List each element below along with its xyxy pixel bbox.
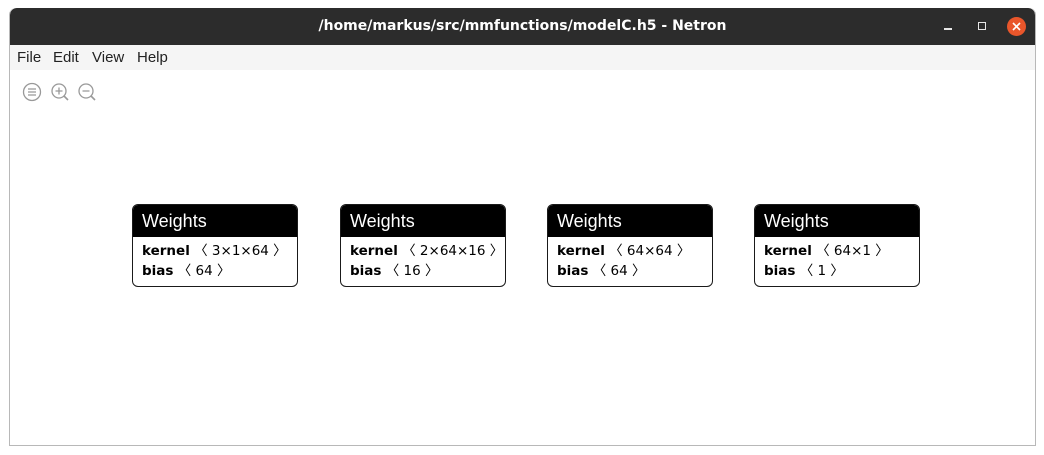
attribute-name: kernel [557, 243, 605, 259]
attribute-row-bias[interactable]: bias 〈 64 〉 [548, 261, 712, 281]
attribute-value: 〈 1 〉 [799, 263, 844, 279]
maximize-icon[interactable] [972, 16, 992, 36]
menu-view[interactable]: View [92, 45, 124, 70]
zoom-in-icon[interactable] [50, 82, 70, 102]
node-title: Weights [548, 205, 712, 237]
menu-file[interactable]: File [17, 45, 41, 70]
attribute-row-kernel[interactable]: kernel 〈 2×64×16 〉 [341, 241, 505, 261]
attribute-value: 〈 64 〉 [592, 263, 646, 279]
window-title: /home/markus/src/mmfunctions/modelC.h5 -… [318, 18, 727, 34]
close-icon[interactable] [1007, 17, 1026, 36]
node-title: Weights [755, 205, 919, 237]
zoom-out-icon[interactable] [77, 82, 97, 102]
attribute-value: 〈 64 〉 [177, 263, 231, 279]
title-bar[interactable]: /home/markus/src/mmfunctions/modelC.h5 -… [10, 8, 1035, 45]
menu-edit[interactable]: Edit [53, 45, 79, 70]
attribute-row-kernel[interactable]: kernel 〈 3×1×64 〉 [133, 241, 297, 261]
node-title: Weights [341, 205, 505, 237]
menu-bar: File Edit View Help [10, 45, 1035, 70]
attribute-row-kernel[interactable]: kernel 〈 64×64 〉 [548, 241, 712, 261]
weights-node-3[interactable]: Weights kernel 〈 64×64 〉 bias 〈 64 〉 [547, 204, 713, 287]
attribute-name: bias [142, 263, 174, 279]
attribute-row-bias[interactable]: bias 〈 1 〉 [755, 261, 919, 281]
attribute-row-bias[interactable]: bias 〈 64 〉 [133, 261, 297, 281]
attribute-row-kernel[interactable]: kernel 〈 64×1 〉 [755, 241, 919, 261]
attribute-value: 〈 3×1×64 〉 [194, 243, 287, 259]
minimize-icon[interactable] [938, 16, 958, 36]
attribute-name: bias [350, 263, 382, 279]
attribute-value: 〈 2×64×16 〉 [402, 243, 504, 259]
node-title: Weights [133, 205, 297, 237]
attribute-name: bias [764, 263, 796, 279]
netron-window: /home/markus/src/mmfunctions/modelC.h5 -… [9, 8, 1036, 446]
weights-node-1[interactable]: Weights kernel 〈 3×1×64 〉 bias 〈 64 〉 [132, 204, 298, 287]
attribute-name: bias [557, 263, 589, 279]
list-icon[interactable] [22, 82, 42, 102]
attribute-row-bias[interactable]: bias 〈 16 〉 [341, 261, 505, 281]
attribute-value: 〈 16 〉 [385, 263, 439, 279]
attribute-value: 〈 64×64 〉 [609, 243, 691, 259]
weights-node-2[interactable]: Weights kernel 〈 2×64×16 〉 bias 〈 16 〉 [340, 204, 506, 287]
menu-help[interactable]: Help [137, 45, 168, 70]
attribute-value: 〈 64×1 〉 [816, 243, 889, 259]
attribute-name: kernel [764, 243, 812, 259]
attribute-name: kernel [142, 243, 190, 259]
weights-node-4[interactable]: Weights kernel 〈 64×1 〉 bias 〈 1 〉 [754, 204, 920, 287]
attribute-name: kernel [350, 243, 398, 259]
